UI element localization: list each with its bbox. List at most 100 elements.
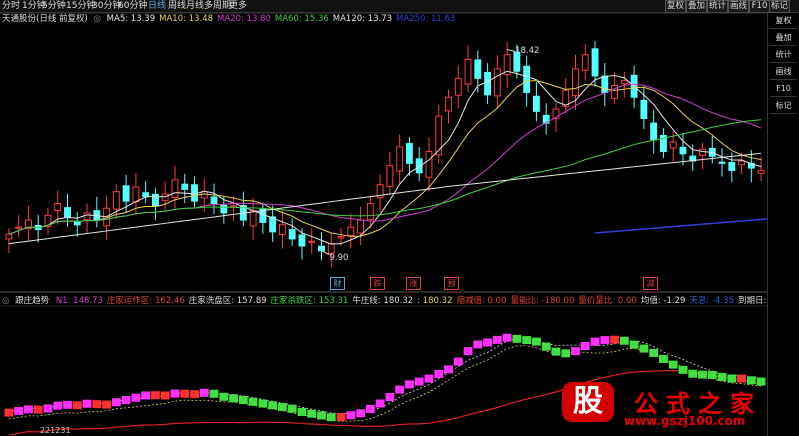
indicator-block bbox=[287, 404, 297, 413]
candle-body bbox=[728, 162, 736, 171]
sidebar-item-4[interactable]: F10 bbox=[768, 83, 799, 95]
bottom-date-label: 221231 bbox=[40, 426, 71, 435]
candle-body bbox=[54, 203, 62, 212]
candle-body bbox=[318, 245, 325, 252]
indicator-block bbox=[190, 390, 199, 399]
indicator-value-2: 庄家洗盘区: 157.89 bbox=[188, 296, 267, 306]
ma120-line bbox=[8, 152, 762, 245]
candle-body bbox=[64, 207, 71, 219]
indicator-block bbox=[385, 392, 395, 401]
candle-body bbox=[523, 65, 531, 93]
indicator-block bbox=[131, 393, 141, 402]
sidebar-divider bbox=[770, 96, 797, 97]
indicator-block bbox=[278, 402, 287, 411]
indicator-block bbox=[502, 333, 512, 342]
event-marker-4[interactable]: 减 bbox=[643, 277, 658, 290]
indicator-block bbox=[707, 371, 717, 380]
candle-body bbox=[337, 236, 345, 239]
candle-body bbox=[650, 122, 658, 141]
indicator-block bbox=[453, 357, 463, 366]
indicator-block bbox=[580, 341, 590, 350]
indicator-block bbox=[307, 409, 317, 418]
indicator-block bbox=[639, 344, 649, 353]
sidebar-divider bbox=[770, 79, 797, 80]
indicator-block bbox=[688, 369, 698, 378]
indicator-name[interactable]: 跟庄趋势 bbox=[15, 296, 49, 306]
indicator-block bbox=[600, 336, 610, 345]
sidebar-item-3[interactable]: 画线 bbox=[768, 66, 799, 78]
candle-body bbox=[308, 240, 316, 243]
watermark-badge: 股 bbox=[562, 382, 614, 422]
indicator-block bbox=[268, 401, 278, 410]
indicator-block bbox=[424, 374, 434, 383]
candle-body bbox=[425, 151, 433, 178]
stock-title: 天通股份(日线 前复权) bbox=[2, 14, 88, 24]
indicator-block bbox=[414, 377, 424, 386]
candle-body bbox=[288, 229, 296, 240]
ma250-line bbox=[594, 218, 768, 234]
sidebar-item-5[interactable]: 标记 bbox=[768, 100, 799, 112]
candle-body bbox=[278, 224, 286, 236]
indicator-block bbox=[619, 336, 629, 345]
indicator-block bbox=[170, 389, 180, 398]
indicator-block bbox=[571, 347, 580, 356]
candle-body bbox=[435, 115, 443, 156]
candle-body bbox=[15, 226, 23, 229]
indicator-value-6: 缩减值: 0.00 bbox=[456, 296, 507, 306]
indicator-block bbox=[444, 365, 453, 374]
candle-body bbox=[738, 160, 746, 166]
candle-body bbox=[620, 80, 628, 85]
candle-body bbox=[366, 203, 374, 221]
stock-title-row: 天通股份(日线 前复权) ◎ MA5: 13.39 MA10: 13.48 MA20… bbox=[2, 14, 459, 24]
event-marker-0[interactable]: 财 bbox=[330, 277, 345, 290]
sidebar-item-2[interactable]: 统计 bbox=[768, 49, 799, 61]
event-marker-3[interactable]: 预 bbox=[444, 277, 459, 290]
indicator-block bbox=[111, 398, 121, 407]
candle-body bbox=[171, 179, 179, 199]
indicator-block bbox=[82, 399, 92, 408]
indicator-block bbox=[522, 336, 532, 345]
event-marker-2[interactable]: 涨 bbox=[406, 277, 421, 290]
indicator-block bbox=[336, 412, 346, 421]
indicator-block bbox=[14, 407, 24, 415]
right-sidebar: 复权叠加统计画线 F10 标记 bbox=[767, 13, 799, 436]
indicator-block bbox=[160, 391, 170, 400]
indicator-block bbox=[229, 394, 238, 403]
ma5-line bbox=[8, 70, 762, 245]
ma10-line bbox=[8, 80, 762, 237]
indicator-block bbox=[356, 409, 365, 418]
indicator-block bbox=[346, 411, 356, 420]
candle-body bbox=[298, 234, 306, 247]
indicator-block bbox=[405, 380, 414, 389]
sidebar-item-0[interactable]: 复权 bbox=[768, 15, 799, 27]
indicator-block bbox=[395, 385, 405, 394]
ma-label-3: MA60: 15.36 bbox=[274, 14, 329, 24]
indicator-block bbox=[4, 408, 14, 417]
indicator-block bbox=[659, 354, 668, 363]
candle-body bbox=[5, 233, 13, 240]
indicator-block bbox=[258, 399, 268, 408]
indicator-block bbox=[199, 388, 209, 397]
event-marker-1[interactable]: 跌 bbox=[370, 277, 385, 290]
indicator-value-0: N1: 148.73 bbox=[55, 296, 103, 306]
candle-body bbox=[591, 48, 599, 77]
settings-icon[interactable]: ◎ bbox=[94, 14, 101, 24]
candle-body bbox=[445, 96, 452, 112]
watermark-logo: 股 公式之家 www.gszj100.com bbox=[556, 380, 771, 436]
indicator-block bbox=[248, 397, 258, 406]
indicator-block bbox=[219, 392, 229, 401]
indicator-settings-icon[interactable]: ◎ bbox=[2, 296, 9, 306]
sidebar-item-1[interactable]: 叠加 bbox=[768, 32, 799, 44]
indicator-block bbox=[24, 405, 33, 414]
ma-label-1: MA10: 13.48 bbox=[159, 14, 214, 24]
indicator-block bbox=[492, 335, 502, 344]
toolbar-button-5[interactable]: 标记 bbox=[769, 0, 790, 13]
indicator-block bbox=[668, 360, 678, 369]
indicator-value-8: 量价量比: 0.00 bbox=[578, 296, 637, 306]
candle-body bbox=[601, 75, 609, 93]
indicator-block bbox=[512, 334, 522, 343]
indicator-value-1: 庄家运作区: 162.46 bbox=[106, 296, 185, 306]
candle-body bbox=[181, 183, 189, 190]
candle-body bbox=[532, 95, 540, 112]
ma-legend: MA5: 13.39 MA10: 13.48 MA20: 13.80 MA60: 15… bbox=[107, 14, 460, 24]
